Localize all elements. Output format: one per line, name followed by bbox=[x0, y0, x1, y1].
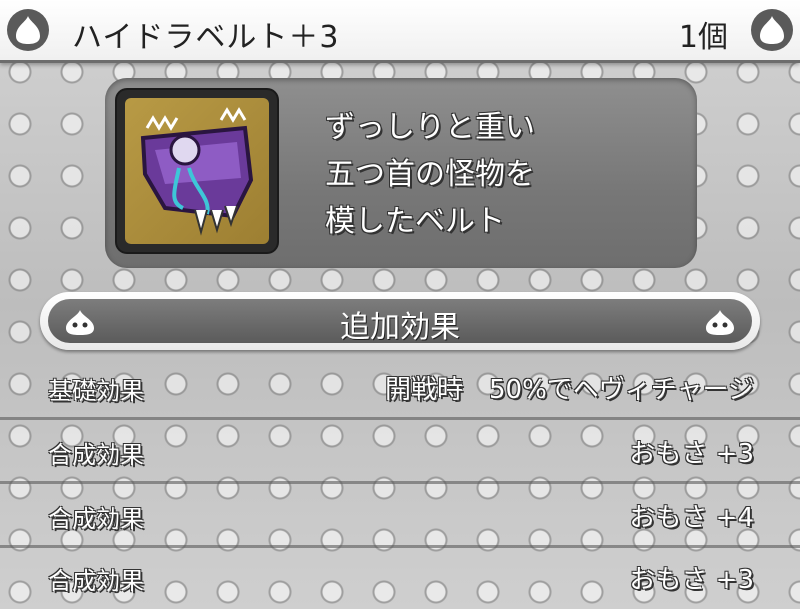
effect-name: 合成効果 bbox=[48, 505, 144, 533]
effect-row: 合成効果 おもさ +3 bbox=[0, 545, 800, 607]
slime-icon bbox=[751, 9, 793, 51]
slime-icon bbox=[7, 9, 49, 51]
effect-row: 基礎効果 開戦時 50%でヘヴィチャージ bbox=[0, 355, 800, 420]
effect-value: おもさ +3 bbox=[629, 565, 754, 595]
item-name: ハイドラベルト＋3 bbox=[72, 20, 340, 55]
effect-row: 合成効果 おもさ +4 bbox=[0, 483, 800, 548]
item-description: ずっしりと重い 五つ首の怪物を 模したベルト bbox=[325, 104, 535, 245]
effect-name: 基礎効果 bbox=[48, 377, 144, 405]
effect-name: 合成効果 bbox=[48, 441, 144, 469]
item-count: 1個 bbox=[678, 20, 728, 55]
description-line: 五つ首の怪物を bbox=[325, 157, 535, 192]
effect-value: おもさ +3 bbox=[629, 439, 754, 469]
effect-value: 開戦時 50%でヘヴィチャージ bbox=[384, 375, 754, 405]
description-line: 模したベルト bbox=[325, 204, 505, 239]
hydra-belt-icon bbox=[125, 98, 269, 244]
description-line: ずっしりと重い bbox=[325, 110, 535, 145]
slime-icon bbox=[706, 310, 734, 335]
effect-row: 合成効果 おもさ +3 bbox=[0, 419, 800, 484]
additional-effects-header: 追加効果 bbox=[40, 292, 760, 350]
item-header: ハイドラベルト＋3 1個 bbox=[0, 0, 800, 63]
section-title: 追加効果 bbox=[340, 310, 460, 345]
effect-value: おもさ +4 bbox=[629, 503, 754, 533]
item-icon-frame bbox=[117, 90, 277, 252]
effect-name: 合成効果 bbox=[48, 567, 144, 595]
